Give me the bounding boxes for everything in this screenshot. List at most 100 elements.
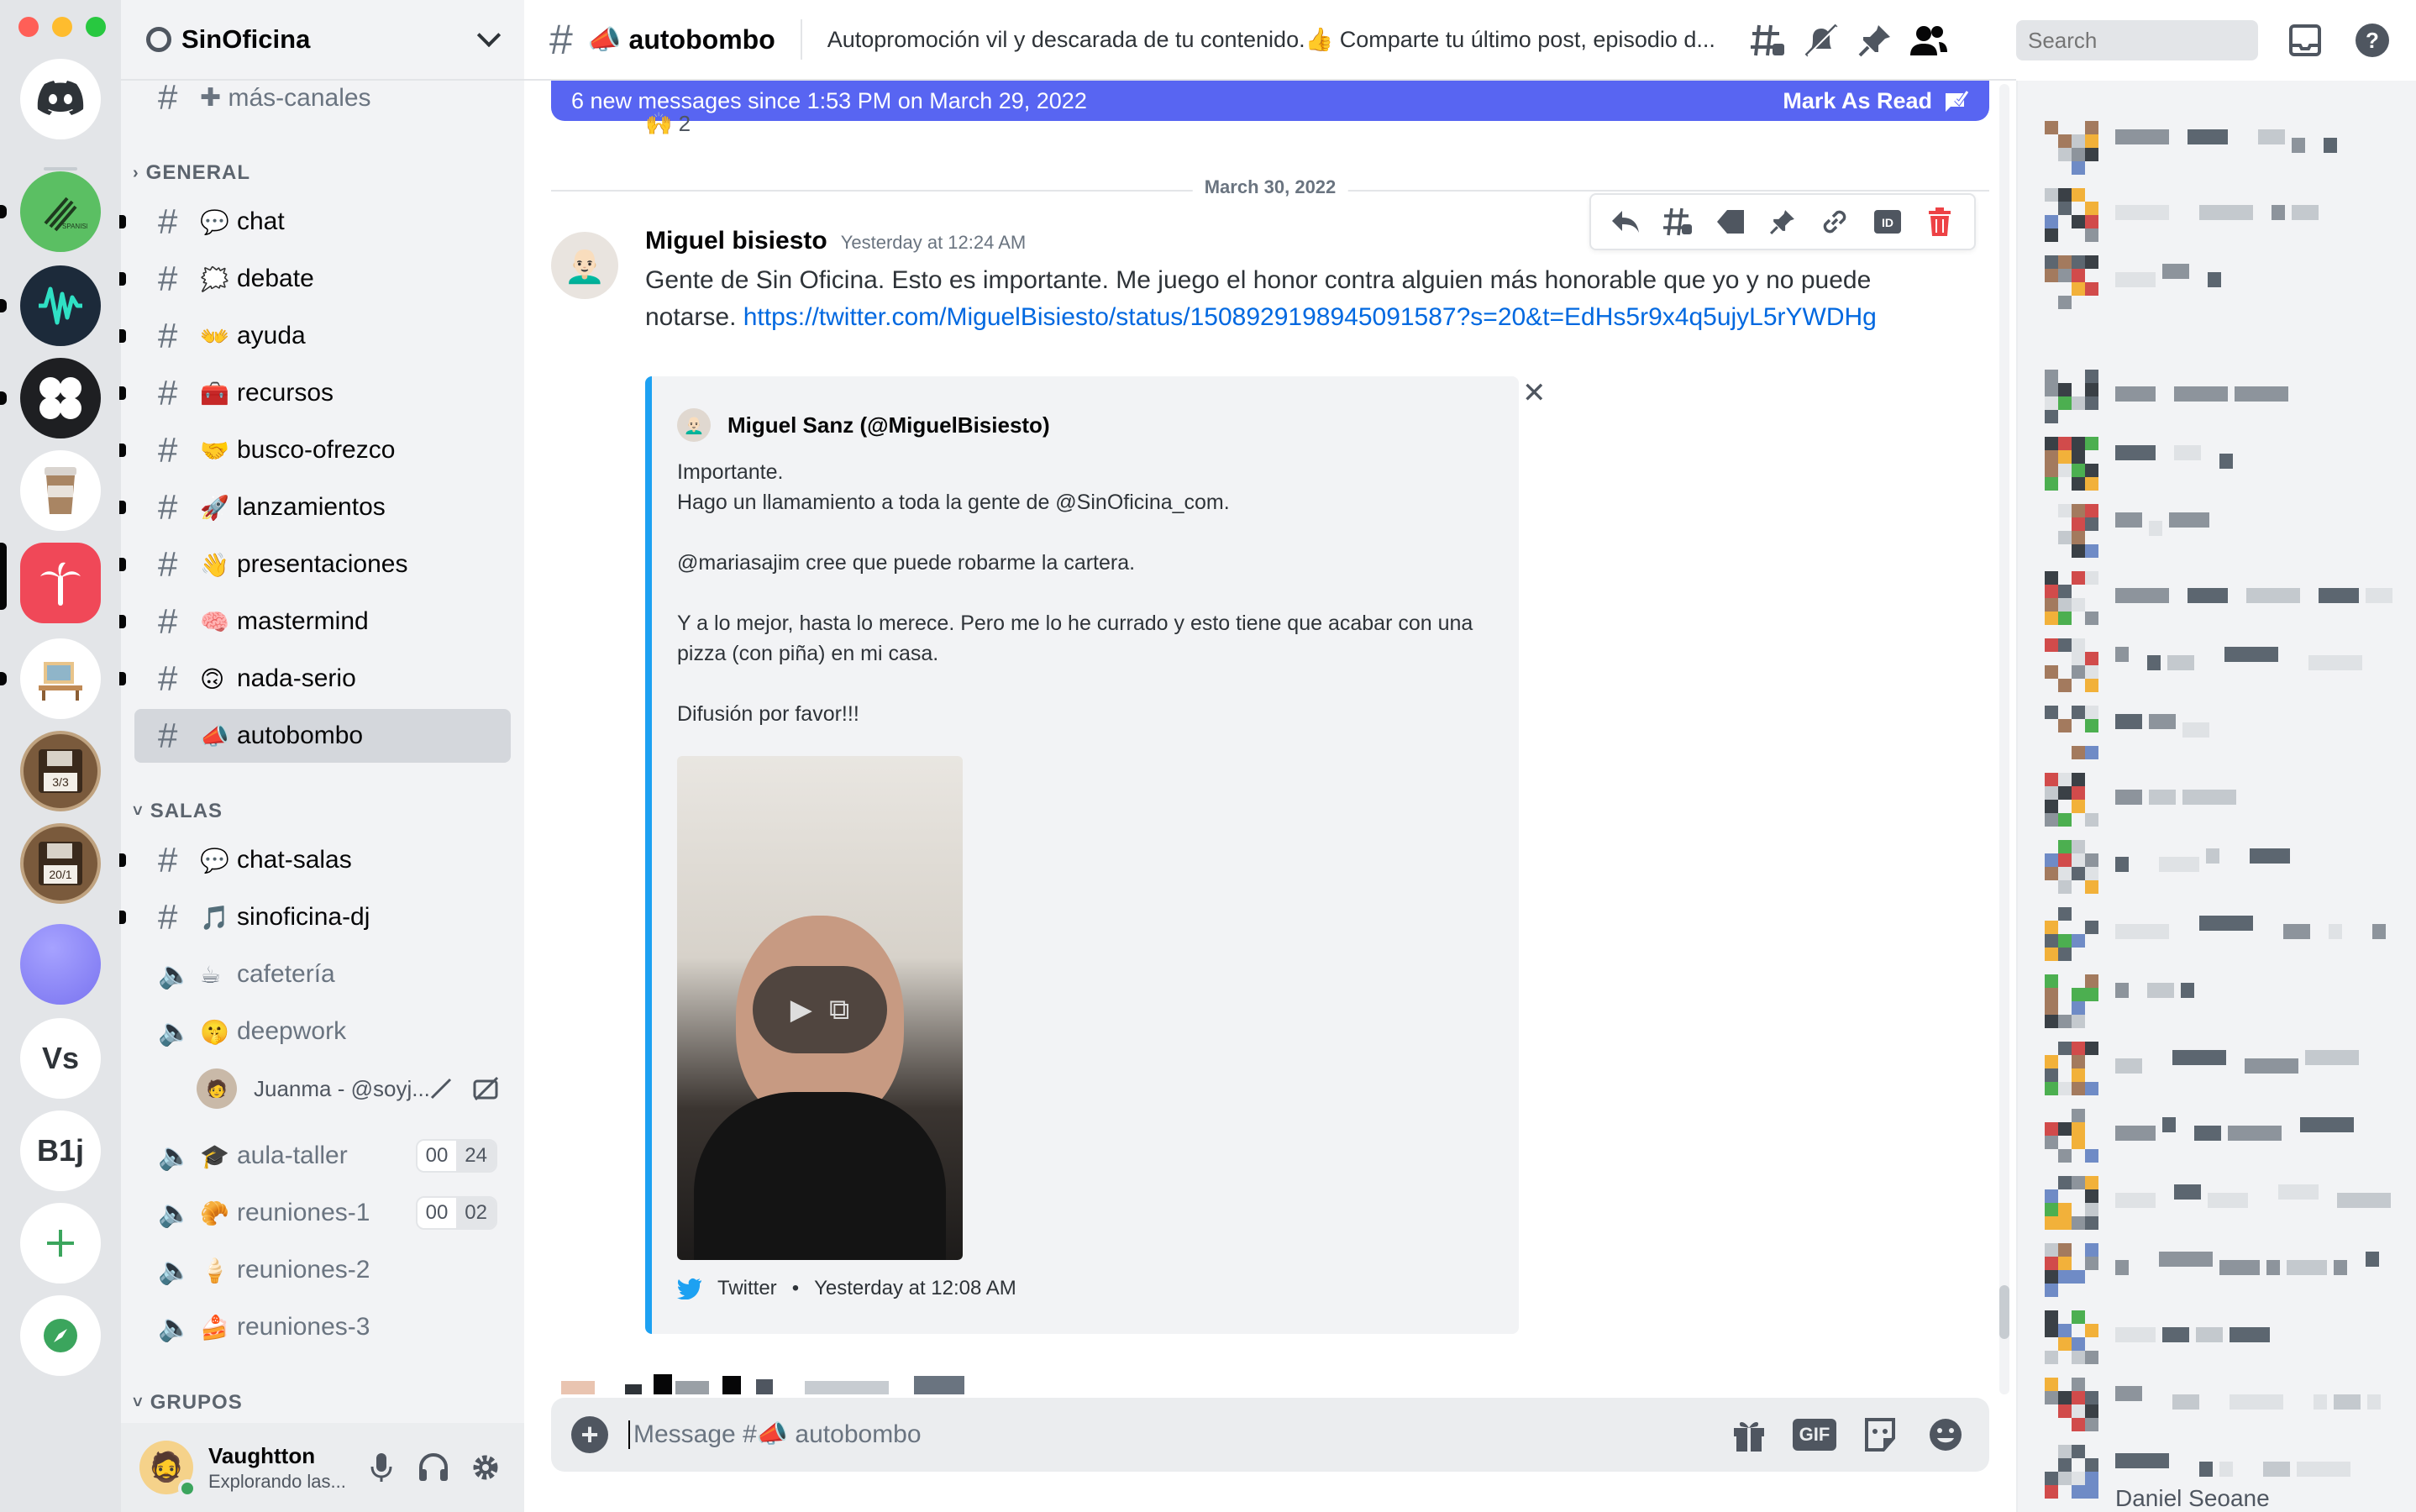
server-purple[interactable] [20, 924, 101, 1005]
member-item[interactable] [2045, 564, 2398, 632]
channel-aula-taller[interactable]: 🔈 🎓 aula-taller 00 24 [134, 1129, 511, 1183]
server-desk[interactable] [20, 638, 101, 719]
server-sinoficina[interactable] [20, 543, 101, 623]
reply-button[interactable] [1609, 205, 1642, 239]
message-link[interactable]: https://twitter.com/MiguelBisiesto/statu… [743, 303, 1877, 331]
threads-button[interactable] [1747, 20, 1788, 60]
member-item[interactable] [2045, 363, 2398, 430]
emoji-button[interactable] [1922, 1411, 1969, 1458]
server-coffee[interactable] [20, 450, 101, 531]
member-item[interactable] [2045, 497, 2398, 564]
message-author-avatar[interactable]: 👨🏻‍🦲 [551, 232, 618, 299]
deafen-button[interactable] [413, 1447, 454, 1488]
server-vs[interactable]: Vs [20, 1018, 101, 1099]
channel-mas-canales[interactable]: # ✚ más-canales [134, 71, 511, 124]
channel-ayuda[interactable]: # 👐 ayuda [119, 309, 511, 363]
channel-reuniones-1[interactable]: 🔈 🥐 reuniones-1 00 02 [134, 1186, 511, 1240]
category-general[interactable]: › GENERAL [133, 161, 250, 185]
search-input[interactable] [2028, 27, 2309, 54]
new-messages-banner[interactable]: 6 new messages since 1:53 PM on March 29… [551, 81, 1989, 121]
embed-video[interactable]: ▶ ⧉ [677, 756, 963, 1260]
copy-link-button[interactable] [1818, 205, 1851, 239]
member-list-toggle[interactable] [1909, 20, 1949, 60]
server-clover[interactable] [20, 358, 101, 438]
member-item[interactable] [2045, 632, 2398, 699]
gift-button[interactable] [1725, 1411, 1773, 1458]
close-window-button[interactable] [18, 17, 39, 37]
channel-chat-salas[interactable]: # 💬 chat-salas [119, 833, 511, 887]
user-info[interactable]: Vaughtton Explorando las... [208, 1443, 349, 1493]
channel-autobombo[interactable]: # 📣 autobombo [134, 709, 511, 763]
channel-sinoficina-dj[interactable]: # 🎵 sinoficina-dj [119, 890, 511, 944]
channel-busco-ofrezco[interactable]: # 🤝 busco-ofrezco [119, 423, 511, 477]
mark-as-read-button[interactable]: Mark As Read [1783, 88, 1969, 114]
channel-presentaciones[interactable]: # 👋 presentaciones [119, 538, 511, 591]
channel-recursos[interactable]: # 🧰 recursos [119, 366, 511, 420]
chat-scrollbar[interactable] [1999, 84, 2009, 1394]
embed-author[interactable]: 👨🏻‍🦲 Miguel Sanz (@MiguelBisiesto) [677, 408, 1050, 442]
server-spanish-startups[interactable]: SPANISH [20, 171, 101, 252]
voice-participant[interactable]: 🧑 Juanma - @soyj... [197, 1065, 507, 1112]
add-server-button[interactable] [20, 1203, 101, 1284]
member-item[interactable] [2045, 766, 2398, 833]
zoom-window-button[interactable] [86, 17, 106, 37]
user-avatar[interactable]: 🧔 [139, 1441, 197, 1498]
channel-debate[interactable]: # 🗯️ debate [119, 252, 511, 306]
message-author[interactable]: Miguel bisiesto [645, 227, 827, 255]
mute-button[interactable] [361, 1447, 402, 1488]
channel-nada-serio[interactable]: # 🙃 nada-serio [119, 652, 511, 706]
upload-button[interactable]: + [571, 1416, 608, 1453]
server-badge-2[interactable]: 20/1 [20, 823, 101, 904]
scrollbar-thumb[interactable] [1999, 1285, 2009, 1339]
user-settings-button[interactable] [465, 1447, 506, 1488]
member-item[interactable] [2045, 430, 2398, 497]
help-button[interactable]: ? [2352, 20, 2392, 60]
delete-message-button[interactable] [1923, 205, 1956, 239]
category-grupos[interactable]: ˅ GRUPOS [133, 1391, 243, 1415]
create-thread-button[interactable] [1661, 205, 1694, 239]
copy-id-button[interactable]: ID [1871, 205, 1904, 239]
member-item[interactable] [2045, 1371, 2398, 1438]
video-play-overlay[interactable]: ▶ ⧉ [753, 966, 887, 1053]
channel-chat[interactable]: # 💬 chat [119, 195, 511, 249]
search-box[interactable] [2016, 20, 2309, 60]
member-item[interactable] [2045, 699, 2398, 766]
channel-topic[interactable]: Autopromoción vil y descarada de tu cont… [827, 26, 1718, 53]
channel-lanzamientos[interactable]: # 🚀 lanzamientos [119, 480, 511, 534]
member-name[interactable]: Daniel Seoane [2115, 1485, 2270, 1512]
server-b1j[interactable]: B1j [20, 1110, 101, 1191]
explore-servers-button[interactable] [20, 1295, 101, 1376]
guild-header[interactable]: SinOficina [121, 0, 524, 81]
reaction-chip[interactable]: 🙌 2 [645, 111, 691, 137]
category-salas[interactable]: ˅ SALAS [133, 800, 223, 823]
minimize-window-button[interactable] [52, 17, 72, 37]
channel-reuniones-2[interactable]: 🔈 🍦 reuniones-2 [134, 1243, 511, 1297]
pin-message-button[interactable] [1766, 205, 1799, 239]
member-item[interactable] [2045, 968, 2398, 1035]
member-item[interactable] [2045, 181, 2398, 249]
gif-button[interactable]: GIF [1791, 1411, 1838, 1458]
member-item[interactable] [2045, 1102, 2398, 1169]
server-badge-1[interactable]: 3/3 [20, 731, 101, 811]
notification-settings-button[interactable] [1801, 20, 1841, 60]
member-item[interactable] [2045, 900, 2398, 968]
member-item[interactable] [2045, 1035, 2398, 1102]
member-item[interactable] [2045, 249, 2398, 316]
server-waveform[interactable] [20, 265, 101, 346]
home-button[interactable] [20, 59, 101, 139]
member-item[interactable] [2045, 1169, 2398, 1236]
member-item[interactable] [2045, 114, 2398, 181]
remove-embed-button[interactable]: ✕ [1522, 376, 1547, 410]
channel-deepwork[interactable]: 🔈 🤫 deepwork [134, 1005, 511, 1058]
message-input[interactable] [628, 1420, 1707, 1449]
mark-unread-button[interactable] [1714, 205, 1747, 239]
member-item[interactable] [2045, 1304, 2398, 1371]
pinned-messages-button[interactable] [1855, 20, 1895, 60]
inbox-button[interactable] [2285, 20, 2325, 60]
channel-mastermind[interactable]: # 🧠 mastermind [119, 595, 511, 648]
sticker-button[interactable] [1857, 1411, 1904, 1458]
channel-reuniones-3[interactable]: 🔈 🍰 reuniones-3 [134, 1300, 511, 1354]
member-item[interactable] [2045, 1236, 2398, 1304]
member-item[interactable] [2045, 833, 2398, 900]
channel-cafeteria[interactable]: 🔈 ☕ cafetería [134, 948, 511, 1001]
